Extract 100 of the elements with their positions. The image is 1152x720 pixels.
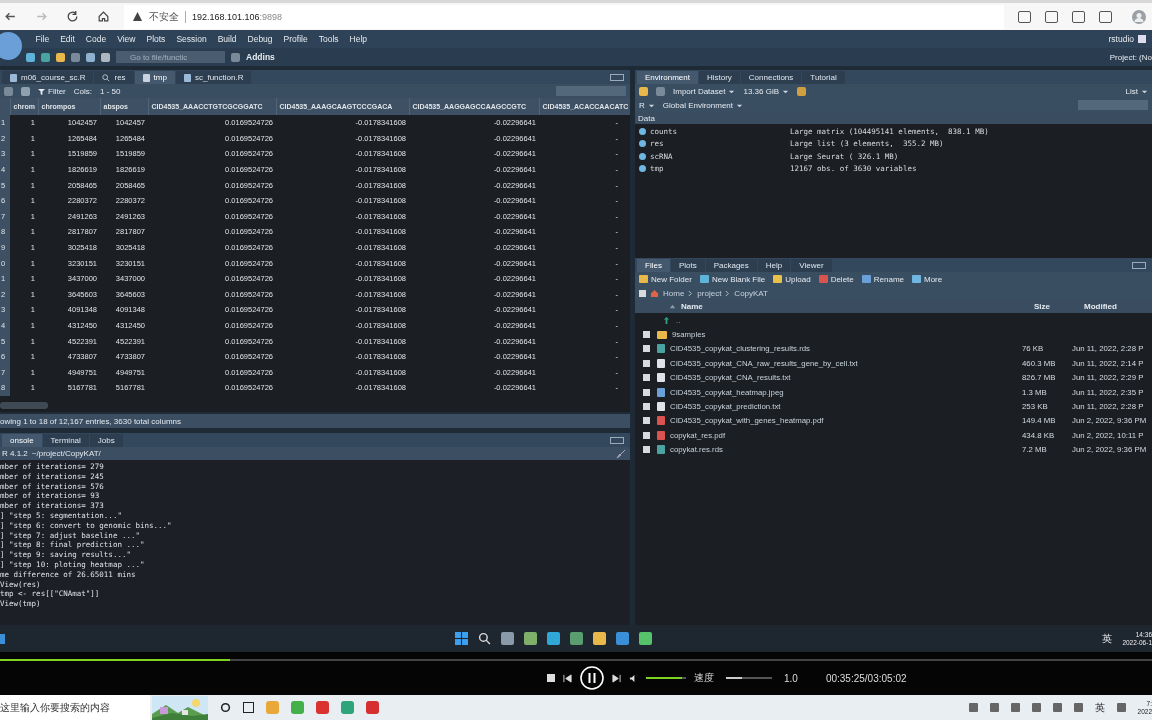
checkbox[interactable] (642, 359, 650, 367)
cols-range: 1 - 50 (100, 86, 121, 96)
pane-tab[interactable]: Connections (740, 71, 802, 84)
checkbox[interactable] (642, 345, 650, 353)
pause-icon[interactable] (580, 666, 604, 690)
checkbox[interactable] (642, 374, 650, 382)
up-arrow-icon[interactable] (662, 315, 671, 325)
pane-tab[interactable]: Plots (670, 259, 705, 272)
task-view-icon[interactable] (243, 702, 254, 713)
address-bar[interactable]: 不安全 192.168.101.106:9898 (124, 4, 1004, 29)
maximize-icon[interactable] (610, 437, 624, 444)
filter-button[interactable]: Filter (38, 86, 66, 96)
memory-usage-menu[interactable]: 13.36 GiB (743, 86, 790, 96)
scrollbar-thumb[interactable] (0, 402, 48, 409)
checkbox[interactable] (642, 417, 650, 425)
project-menu[interactable]: Project: (No (1109, 52, 1152, 62)
app-icon[interactable] (593, 632, 607, 645)
column-header[interactable]: Modified (1084, 302, 1152, 311)
pane-tab[interactable]: Viewer (791, 259, 832, 272)
environment-menu[interactable]: Global Environment (662, 100, 744, 110)
menu-item[interactable]: File (30, 34, 55, 44)
menu-item[interactable]: Build (212, 34, 243, 44)
search-field[interactable]: 这里输入你要搜索的内容 (0, 695, 150, 720)
pane-tab[interactable]: Environment (637, 71, 698, 84)
editor-tab[interactable]: res (94, 71, 134, 84)
breadcrumb-link[interactable]: CopyKAT (734, 288, 768, 298)
checkbox[interactable] (642, 388, 650, 396)
breadcrumb-link[interactable]: project (697, 288, 722, 298)
app-icon[interactable] (501, 632, 515, 645)
magnifier-icon (102, 73, 111, 82)
next-icon[interactable] (612, 673, 621, 683)
editor-tab[interactable]: tmp (134, 71, 175, 84)
menu-item[interactable]: Tools (313, 34, 345, 44)
checkbox[interactable] (639, 289, 646, 297)
ime-indicator[interactable]: 英 (1102, 631, 1113, 646)
reload-icon[interactable] (66, 10, 79, 23)
file-action-button[interactable]: More (912, 274, 943, 284)
search-field[interactable] (556, 86, 626, 96)
language-menu[interactable]: R (639, 100, 655, 110)
section-header: Data (635, 112, 1152, 124)
circle-icon[interactable] (220, 702, 231, 713)
file-action-button[interactable]: New Blank File (699, 274, 766, 284)
app-icon[interactable] (0, 633, 5, 644)
tray-icon[interactable] (989, 703, 999, 712)
maximize-icon[interactable] (610, 74, 624, 81)
file-action-button[interactable]: Upload (773, 274, 811, 284)
menu-item[interactable]: Profile (278, 34, 314, 44)
tray-icon[interactable] (1073, 703, 1083, 712)
pane-tab[interactable]: Help (757, 259, 791, 272)
app-icon[interactable] (524, 632, 538, 645)
console-tab[interactable]: Terminal (42, 434, 89, 447)
menu-item[interactable]: Session (170, 34, 213, 44)
checkbox[interactable] (642, 446, 650, 454)
breadcrumb-link[interactable]: Home (663, 288, 685, 298)
app-icon[interactable] (616, 632, 630, 645)
sort-arrow-icon (669, 303, 676, 310)
menu-item[interactable]: View (111, 34, 141, 44)
view-mode-menu[interactable]: List (1125, 86, 1148, 96)
previous-icon[interactable] (563, 673, 572, 683)
file-action-button[interactable]: Rename (861, 274, 904, 284)
pane-tab[interactable]: Tutorial (802, 71, 845, 84)
app-icon[interactable] (547, 632, 561, 645)
file-action-button[interactable]: New Folder (639, 274, 692, 284)
app-icon[interactable] (570, 632, 584, 645)
tray-icon[interactable] (1052, 703, 1062, 712)
tray-icon[interactable] (1116, 703, 1126, 712)
pane-tab[interactable]: Files (637, 259, 670, 272)
tray-icon[interactable] (1010, 703, 1020, 712)
checkbox[interactable] (642, 431, 650, 439)
addins-menu[interactable]: Addins (246, 52, 275, 62)
playback-time: 00:35:25/03:05:02 (825, 672, 907, 684)
import-dataset-menu[interactable]: Import Dataset (673, 86, 736, 96)
home-icon[interactable] (97, 10, 110, 23)
speed-value: 1.0 (784, 672, 798, 684)
column-header[interactable]: Size (1034, 302, 1084, 311)
checkbox[interactable] (642, 331, 650, 339)
column-header[interactable]: Name (657, 302, 1034, 311)
menu-item[interactable]: Edit (54, 34, 81, 44)
menu-item[interactable]: Help (344, 34, 373, 44)
console-tab[interactable]: Jobs (89, 434, 123, 447)
menu-item[interactable]: Debug (242, 34, 279, 44)
maximize-icon[interactable] (1132, 262, 1146, 269)
editor-tab[interactable]: m06_course_sc.R (2, 71, 94, 84)
search-icon[interactable] (478, 632, 492, 645)
file-action-button[interactable]: Delete (818, 274, 854, 284)
ime-indicator[interactable]: 英 (1094, 700, 1105, 715)
console-output[interactable] (0, 460, 630, 625)
search-field[interactable] (1078, 100, 1148, 110)
menu-item[interactable]: Code (80, 34, 112, 44)
checkbox[interactable] (642, 403, 650, 411)
pane-tab[interactable]: Packages (705, 259, 757, 272)
console-tab[interactable]: onsole (2, 434, 42, 447)
app-icon[interactable] (639, 632, 653, 645)
tray-icon[interactable] (1031, 703, 1041, 712)
cols-label: Cols: (73, 86, 92, 96)
menu-item[interactable]: Plots (140, 34, 171, 44)
pane-tab[interactable]: History (698, 71, 740, 84)
editor-tab[interactable]: sc_function.R (175, 71, 252, 84)
windows-icon[interactable] (455, 632, 469, 645)
tray-icon[interactable] (968, 703, 978, 712)
